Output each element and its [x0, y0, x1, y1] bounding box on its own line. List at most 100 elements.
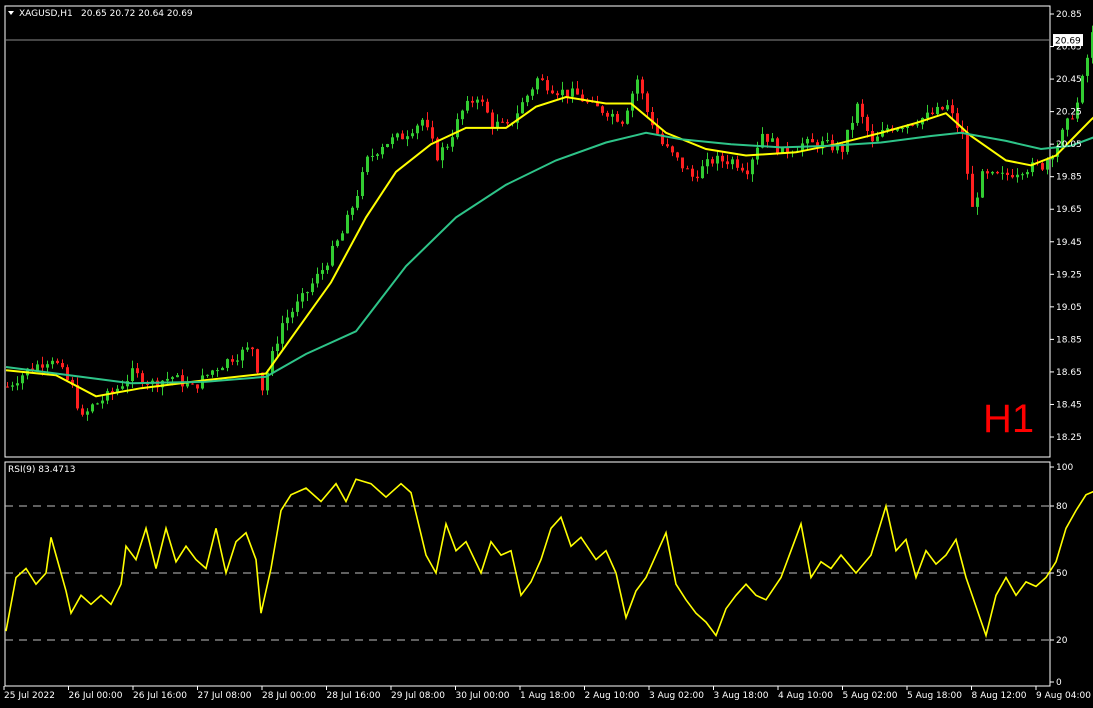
- candle-body: [396, 133, 399, 138]
- candle-body: [1086, 57, 1089, 76]
- time-tick-label: 28 Jul 16:00: [327, 691, 381, 701]
- time-tick-label: 25 Jul 2022: [4, 691, 55, 701]
- candle-body: [916, 124, 919, 126]
- time-tick-label: 28 Jul 00:00: [262, 691, 316, 701]
- price-tick-label: 19.25: [1056, 270, 1082, 280]
- candle-body: [291, 311, 294, 318]
- time-tick-label: 26 Jul 16:00: [133, 691, 187, 701]
- candle-body: [551, 90, 554, 94]
- candle-body: [991, 171, 994, 174]
- candle-body: [236, 360, 239, 362]
- candle-body: [446, 146, 449, 148]
- candle-body: [691, 168, 694, 177]
- candle-body: [416, 125, 419, 134]
- candle-body: [356, 196, 359, 208]
- candle-body: [391, 137, 394, 145]
- candle-body: [561, 89, 564, 96]
- candle-body: [146, 383, 149, 385]
- candle-body: [696, 176, 699, 179]
- candle-body: [966, 133, 969, 174]
- candle-body: [251, 347, 254, 350]
- rsi-panel-border: [4, 461, 1051, 687]
- candle-body: [351, 207, 354, 215]
- candle-body: [876, 136, 879, 142]
- candle-body: [741, 167, 744, 171]
- candle-body: [1006, 172, 1009, 175]
- candle-body: [256, 349, 259, 373]
- candle-body: [171, 377, 174, 379]
- candle-body: [1011, 174, 1014, 178]
- time-tick-label: 26 Jul 00:00: [69, 691, 123, 701]
- candle-body: [541, 78, 544, 81]
- candle-body: [716, 155, 719, 164]
- price-tick-label: 18.65: [1056, 368, 1082, 378]
- candle-body: [756, 147, 759, 160]
- candle-body: [381, 146, 384, 155]
- candle-body: [806, 139, 809, 144]
- candle-body: [331, 245, 334, 266]
- rsi-tick-label: 20: [1056, 636, 1068, 646]
- candle-body: [736, 159, 739, 168]
- candle-body: [771, 138, 774, 142]
- candle-body: [66, 367, 69, 380]
- candle-body: [306, 292, 309, 294]
- rsi-line: [5, 478, 1093, 639]
- rsi-tick-label: 0: [1056, 678, 1062, 688]
- rsi-tick-label: 100: [1056, 463, 1073, 473]
- price-tick-label: 19.45: [1056, 238, 1082, 248]
- candle-body: [211, 370, 214, 375]
- candle-body: [166, 378, 169, 381]
- candle-body: [641, 79, 644, 94]
- candle-body: [856, 103, 859, 123]
- candle-body: [226, 359, 229, 368]
- candle-body: [851, 122, 854, 130]
- candle-body: [751, 159, 754, 175]
- candle-body: [186, 383, 189, 387]
- candle-body: [621, 121, 624, 124]
- price-tick-label: 20.45: [1056, 75, 1082, 85]
- candle-body: [136, 368, 139, 374]
- candle-body: [601, 106, 604, 113]
- time-tick-label: 30 Jul 00:00: [456, 691, 510, 701]
- candle-body: [731, 159, 734, 165]
- candle-body: [971, 173, 974, 207]
- candle-body: [986, 171, 989, 174]
- price-tick-label: 18.45: [1056, 400, 1082, 410]
- candle-body: [1001, 172, 1004, 174]
- candle-body: [361, 172, 364, 197]
- candle-body: [566, 89, 569, 97]
- symbol-menu-icon[interactable]: [8, 11, 14, 15]
- candle-body: [1026, 172, 1029, 175]
- candle-body: [996, 171, 999, 174]
- candle-body: [866, 116, 869, 131]
- moving-averages-group: [5, 95, 1093, 398]
- candle-body: [681, 157, 684, 169]
- candle-body: [456, 119, 459, 138]
- candle-body: [616, 113, 619, 122]
- timeframe-label: H1: [983, 397, 1034, 441]
- candle-body: [131, 368, 134, 382]
- candle-body: [746, 170, 749, 175]
- candle-body: [96, 403, 99, 405]
- candle-body: [401, 133, 404, 140]
- candle-body: [706, 159, 709, 167]
- candle-body: [6, 386, 9, 388]
- candle-body: [766, 133, 769, 142]
- candle-body: [216, 370, 219, 372]
- candle-body: [811, 139, 814, 143]
- candle-body: [1016, 174, 1019, 178]
- candle-body: [91, 404, 94, 412]
- chart-frame: [4, 5, 1051, 687]
- candle-body: [206, 374, 209, 376]
- candle-body: [666, 144, 669, 147]
- candle-body: [1041, 163, 1044, 170]
- time-tick-label: 3 Aug 18:00: [714, 691, 769, 701]
- price-axis[interactable]: 20.8520.6520.4520.2520.0519.8519.6519.45…: [1050, 10, 1083, 443]
- candle-body: [406, 136, 409, 140]
- time-tick-label: 9 Aug 04:00: [1036, 691, 1091, 701]
- time-axis[interactable]: 25 Jul 2022 26 Jul 00:00 26 Jul 16:00 27 Ju…: [3, 686, 1091, 701]
- candle-body: [246, 347, 249, 350]
- candle-body: [861, 103, 864, 117]
- time-tick-label: 29 Jul 08:00: [391, 691, 445, 701]
- candle-body: [221, 367, 224, 371]
